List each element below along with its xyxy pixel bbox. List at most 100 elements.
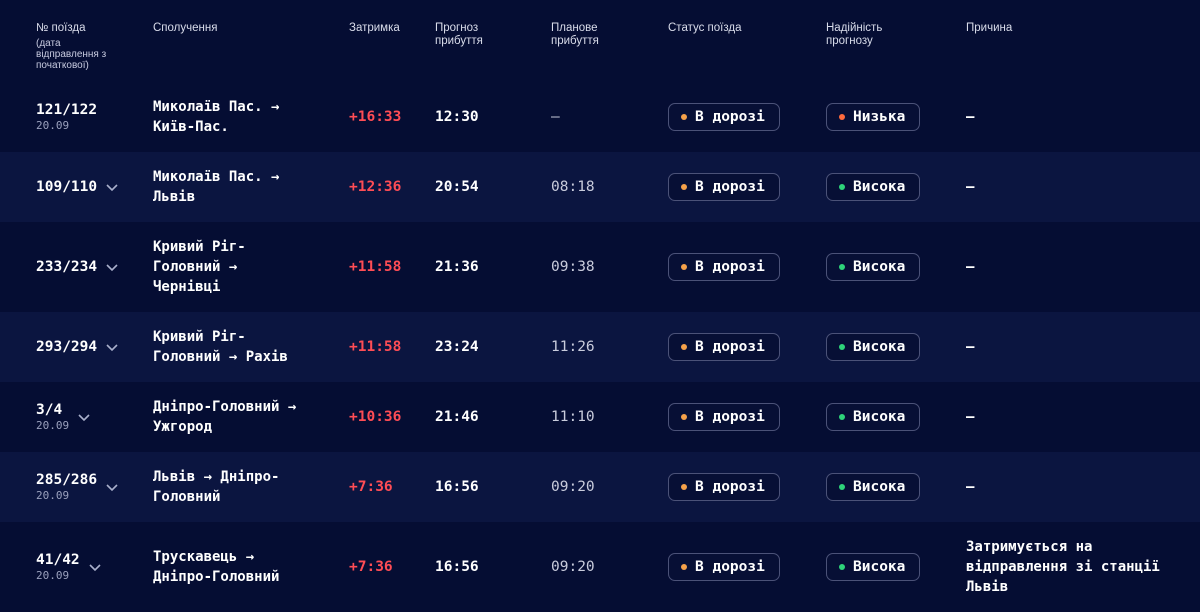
chevron-down-icon[interactable] <box>77 410 91 424</box>
chevron-down-icon[interactable] <box>88 560 102 574</box>
chevron-down-icon[interactable] <box>105 260 119 274</box>
chevron-down-icon[interactable] <box>105 180 119 194</box>
route-text: Миколаїв Пас. → Львів <box>153 169 280 205</box>
forecast-time: 20:54 <box>435 179 479 195</box>
route-text: Кривий Ріг- Головний → Рахів <box>153 329 288 365</box>
table-header: № поїзда (дата відправлення з початкової… <box>0 0 1200 82</box>
delay-cell: +7:36 <box>349 522 393 612</box>
route-cell: Трускавець → Дніпро-Головний <box>153 522 279 612</box>
status-cell: В дорозі <box>668 152 780 222</box>
forecast-time: 21:36 <box>435 259 479 275</box>
status-dot-icon <box>681 344 687 350</box>
table-row[interactable]: 109/110 Миколаїв Пас. → Львів +12:36 20:… <box>0 152 1200 222</box>
table-row[interactable]: 3/4 20.09 Дніпро-Головний → Ужгород +10:… <box>0 382 1200 452</box>
status-text: В дорозі <box>695 339 765 355</box>
planned-time: 11:10 <box>551 409 595 425</box>
reliability-dot-icon <box>839 184 845 190</box>
status-dot-icon <box>681 484 687 490</box>
train-cell: 3/4 20.09 <box>36 382 91 452</box>
table-row[interactable]: 41/42 20.09 Трускавець → Дніпро-Головний… <box>0 522 1200 612</box>
departure-date: 20.09 <box>36 489 70 502</box>
reason-text: — <box>966 179 975 195</box>
reason-cell: — <box>966 382 974 452</box>
train-cell: 41/42 20.09 <box>36 522 102 612</box>
forecast-time: 16:56 <box>435 559 479 575</box>
forecast-cell: 16:56 <box>435 522 479 612</box>
forecast-time: 12:30 <box>435 109 479 125</box>
delay-cell: +10:36 <box>349 382 401 452</box>
status-dot-icon <box>681 114 687 120</box>
status-badge: В дорозі <box>668 473 780 501</box>
table-row[interactable]: 121/122 20.09 Миколаїв Пас. → Київ-Пас. … <box>0 82 1200 152</box>
forecast-cell: 21:36 <box>435 222 479 312</box>
forecast-cell: 21:46 <box>435 382 479 452</box>
reason-cell: — <box>966 312 974 382</box>
header-forecast: Прогноз прибуття <box>435 22 483 47</box>
train-number: 233/234 <box>36 259 98 275</box>
reliability-dot-icon <box>839 114 845 120</box>
reliability-text: Низька <box>853 109 906 125</box>
train-number: 41/42 <box>36 552 80 568</box>
reliability-text: Висока <box>853 479 906 495</box>
route-cell: Львів → Дніпро- Головний <box>153 452 279 522</box>
train-number: 285/286 <box>36 472 98 488</box>
reason-text: — <box>966 339 975 355</box>
route-cell: Дніпро-Головний → Ужгород <box>153 382 296 452</box>
header-delay: Затримка <box>349 22 400 34</box>
status-text: В дорозі <box>695 259 765 275</box>
reliability-text: Висока <box>853 559 906 575</box>
reason-cell: — <box>966 452 974 522</box>
reliability-cell: Висока <box>826 522 921 612</box>
status-badge: В дорозі <box>668 253 780 281</box>
delay-value: +7:36 <box>349 559 393 575</box>
train-cell: 293/294 <box>36 312 119 382</box>
planned-time: 09:20 <box>551 479 595 495</box>
status-dot-icon <box>681 264 687 270</box>
status-badge: В дорозі <box>668 103 780 131</box>
train-cell: 121/122 20.09 <box>36 82 97 152</box>
header-status: Статус поїзда <box>668 22 742 34</box>
reliability-dot-icon <box>839 564 845 570</box>
forecast-cell: 16:56 <box>435 452 479 522</box>
planned-cell: 11:26 <box>551 312 595 382</box>
delay-value: +16:33 <box>349 109 402 125</box>
status-cell: В дорозі <box>668 382 780 452</box>
forecast-cell: 12:30 <box>435 82 479 152</box>
table-row[interactable]: 285/286 20.09 Львів → Дніпро- Головний +… <box>0 452 1200 522</box>
header-train-label: № поїзда <box>36 22 86 34</box>
header-planned: Планове прибуття <box>551 22 599 47</box>
forecast-time: 23:24 <box>435 339 479 355</box>
reason-text: — <box>966 109 975 125</box>
chevron-down-icon[interactable] <box>105 340 119 354</box>
status-cell: В дорозі <box>668 452 780 522</box>
reliability-badge: Висока <box>826 253 921 281</box>
status-text: В дорозі <box>695 559 765 575</box>
reliability-badge: Висока <box>826 403 921 431</box>
status-text: В дорозі <box>695 109 765 125</box>
delay-cell: +7:36 <box>349 452 393 522</box>
forecast-cell: 20:54 <box>435 152 479 222</box>
reliability-dot-icon <box>839 264 845 270</box>
status-cell: В дорозі <box>668 82 780 152</box>
status-dot-icon <box>681 414 687 420</box>
table-row[interactable]: 233/234 Кривий Ріг- Головний → Чернівці … <box>0 222 1200 312</box>
delay-cell: +11:58 <box>349 312 401 382</box>
route-cell: Кривий Ріг- Головний → Чернівці <box>153 222 246 312</box>
table-row[interactable]: 293/294 Кривий Ріг- Головний → Рахів +11… <box>0 312 1200 382</box>
reliability-cell: Висока <box>826 382 921 452</box>
header-reliability: Надійність прогнозу <box>826 22 883 47</box>
planned-cell: 09:20 <box>551 522 595 612</box>
delay-value: +11:58 <box>349 259 402 275</box>
reliability-text: Висока <box>853 409 906 425</box>
reliability-dot-icon <box>839 414 845 420</box>
departure-date: 20.09 <box>36 419 70 432</box>
status-cell: В дорозі <box>668 522 780 612</box>
route-text: Миколаїв Пас. → Київ-Пас. <box>153 99 280 135</box>
header-train: № поїзда (дата відправлення з початкової… <box>36 22 116 71</box>
chevron-down-icon[interactable] <box>105 480 119 494</box>
planned-cell: 09:38 <box>551 222 595 312</box>
reason-text: — <box>966 479 975 495</box>
train-delay-table: № поїзда (дата відправлення з початкової… <box>0 0 1200 606</box>
status-badge: В дорозі <box>668 553 780 581</box>
forecast-time: 21:46 <box>435 409 479 425</box>
